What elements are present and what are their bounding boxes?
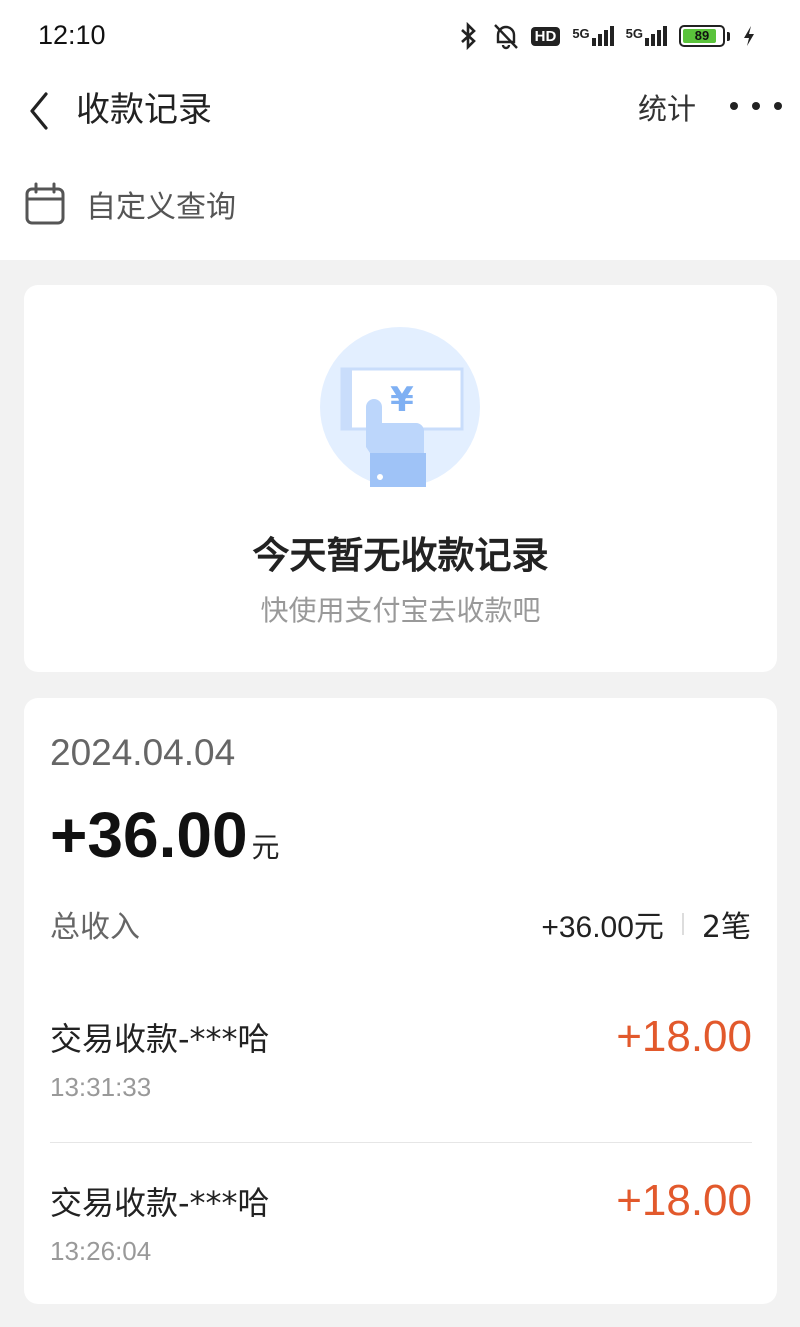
summary-divider [681,913,684,935]
summary-count: 2笔 [701,910,751,945]
signal-5g-icon: 5G [572,26,614,46]
back-button[interactable] [18,80,62,132]
status-icons: HD 5G 5G 89 [457,22,756,50]
bell-muted-icon [493,24,518,50]
transaction-time: 13:26:04 [50,1236,152,1266]
stats-button[interactable]: 统计 [638,86,696,128]
transaction-name: 交易收款-***哈 [50,1184,270,1222]
more-horizontal-icon [730,102,738,110]
payment-hand-illustration: ¥ [320,327,480,487]
empty-state-subtitle: 快使用支付宝去收款吧 [260,594,541,627]
total-amount-unit: 元 [251,831,280,864]
total-amount: +36.00 [50,799,248,871]
summary-date: 2024.04.04 [50,732,236,773]
status-time: 12:10 [38,20,106,50]
yen-symbol: ¥ [390,380,414,420]
empty-state-title: 今天暂无收款记录 [252,534,549,577]
hd-label: HD [534,27,557,45]
battery-tip [727,31,730,41]
empty-state-card: ¥ 今天暂无收款记录 快使用支付宝去收款吧 [24,285,777,672]
page-title: 收款记录 [76,90,212,130]
battery-level: 89 [694,28,710,43]
day-summary-card: 2024.04.04 +36.00 元 总收入 +36.00元 2笔 交易收款-… [24,698,777,1304]
transaction-row[interactable]: 交易收款-***哈 13:31:33 +18.00 [50,1000,752,1150]
chevron-left-icon [30,92,48,130]
calendar-icon [25,182,65,225]
row-divider [50,1142,752,1143]
income-label: 总收入 [50,910,140,945]
status-bar: 12:10 HD 5G 5G 89 [0,0,800,72]
hd-icon: HD [530,26,561,46]
battery-icon: 89 [679,25,725,47]
nav-header: 收款记录 统计 [0,72,800,142]
summary-amount: +36.00元 [541,911,664,944]
transaction-row[interactable]: 交易收款-***哈 13:26:04 +18.00 [50,1164,752,1314]
network-label: 5G [625,26,643,41]
transaction-name: 交易收款-***哈 [50,1020,270,1058]
custom-query-button[interactable]: 自定义查询 [24,182,236,226]
top-area: 12:10 HD 5G 5G 89 收款记录 统计 自定义查询 [0,0,800,260]
charging-icon [744,26,754,46]
more-button[interactable] [730,86,782,126]
signal-5g-icon: 5G [626,26,667,46]
custom-query-label: 自定义查询 [86,190,236,225]
transaction-amount: +18.00 [616,1012,752,1061]
bluetooth-icon [460,22,476,50]
network-label: 5G [572,26,590,41]
income-summary: +36.00元 2笔 [541,902,751,946]
transaction-amount: +18.00 [616,1176,752,1225]
total-amount-group: +36.00 元 [50,798,280,872]
transaction-time: 13:31:33 [50,1072,152,1102]
